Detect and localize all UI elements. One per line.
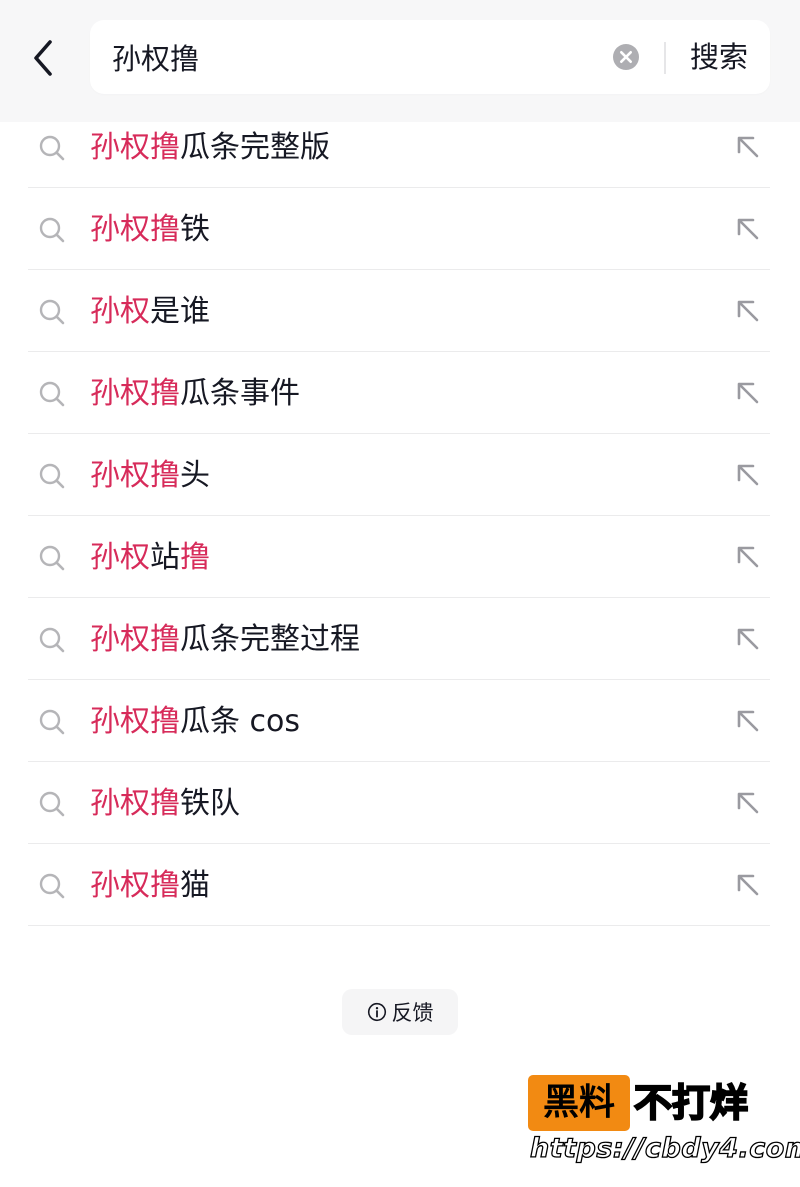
clear-circle-icon [613, 44, 639, 70]
watermark-slogan: 不打烊 [633, 1080, 749, 1126]
feedback-label: 反馈 [391, 1001, 434, 1025]
suggestion-text: 孙权站撸 [90, 516, 210, 598]
suggestion-highlight: 孙权撸 [90, 704, 180, 739]
suggestion-rest: 瓜条事件 [180, 376, 300, 411]
search-divider [664, 42, 666, 74]
suggestion-item[interactable]: 孙权撸瓜条完整版 [28, 106, 770, 188]
suggestion-highlight: 孙权撸 [90, 868, 180, 903]
search-icon [38, 872, 66, 900]
search-icon [38, 626, 66, 654]
arrow-up-left-icon[interactable] [734, 461, 762, 489]
suggestion-item[interactable]: 孙权撸瓜条事件 [28, 352, 770, 434]
suggestion-highlight: 孙权撸 [90, 786, 180, 821]
search-input[interactable] [112, 20, 592, 94]
search-icon [38, 380, 66, 408]
watermark-url: https://cbdy4.com [529, 1132, 800, 1164]
watermark-brand: 黑料 [528, 1075, 630, 1131]
suggestion-rest: 猫 [180, 868, 210, 903]
suggestion-item[interactable]: 孙权站撸 [28, 516, 770, 598]
suggestion-text: 孙权撸瓜条完整过程 [90, 598, 360, 680]
suggestion-rest: 铁 [180, 212, 210, 247]
suggestion-highlight: 孙权撸 [90, 212, 180, 247]
search-icon [38, 298, 66, 326]
search-header: 搜索 [0, 0, 800, 122]
info-icon [367, 1002, 386, 1022]
feedback-button[interactable]: 反馈 [342, 989, 458, 1035]
arrow-up-left-icon[interactable] [734, 789, 762, 817]
chevron-left-icon [34, 40, 52, 76]
suggestion-item[interactable]: 孙权撸铁 [28, 188, 770, 270]
suggestion-text: 孙权撸瓜条 cos [90, 680, 300, 762]
suggestion-highlight: 孙权 [90, 294, 150, 329]
suggestion-text: 孙权撸头 [90, 434, 210, 516]
arrow-up-left-icon[interactable] [734, 871, 762, 899]
suggestion-rest: 是谁 [150, 294, 210, 329]
suggestion-highlight: 孙权撸 [90, 376, 180, 411]
arrow-up-left-icon[interactable] [734, 707, 762, 735]
suggestion-highlight: 孙权撸 [90, 458, 180, 493]
suggestion-rest: 瓜条 cos [180, 704, 301, 739]
suggestion-highlight: 孙权 [90, 540, 150, 575]
search-button[interactable]: 搜索 [684, 20, 754, 94]
suggestion-rest: 头 [180, 458, 210, 493]
arrow-up-left-icon[interactable] [734, 543, 762, 571]
arrow-up-left-icon[interactable] [734, 379, 762, 407]
arrow-up-left-icon[interactable] [734, 133, 762, 161]
suggestion-highlight: 孙权撸 [90, 622, 180, 657]
clear-search-button[interactable] [612, 43, 640, 71]
search-icon [38, 544, 66, 572]
search-icon [38, 216, 66, 244]
suggestion-highlight: 撸 [180, 540, 210, 575]
search-icon [38, 462, 66, 490]
suggestion-rest: 站 [150, 540, 180, 575]
search-icon [38, 134, 66, 162]
search-icon [38, 790, 66, 818]
suggestion-item[interactable]: 孙权撸头 [28, 434, 770, 516]
suggestion-item[interactable]: 孙权撸瓜条 cos [28, 680, 770, 762]
arrow-up-left-icon[interactable] [734, 215, 762, 243]
arrow-up-left-icon[interactable] [734, 625, 762, 653]
suggestion-item[interactable]: 孙权撸瓜条完整过程 [28, 598, 770, 680]
suggestion-text: 孙权撸铁 [90, 188, 210, 270]
suggestion-text: 孙权撸瓜条事件 [90, 352, 300, 434]
suggestion-rest: 铁队 [180, 786, 240, 821]
search-icon [38, 708, 66, 736]
suggestion-text: 孙权撸猫 [90, 844, 210, 926]
suggestion-rest: 瓜条完整过程 [180, 622, 360, 657]
suggestion-rest: 瓜条完整版 [180, 130, 330, 165]
watermark: 黑料 不打烊 https://cbdy4.com [528, 1075, 800, 1175]
suggestion-highlight: 孙权撸 [90, 130, 180, 165]
suggestion-item[interactable]: 孙权撸铁队 [28, 762, 770, 844]
search-box: 搜索 [90, 20, 770, 94]
suggestion-text: 孙权是谁 [90, 270, 210, 352]
suggestion-text: 孙权撸铁队 [90, 762, 240, 844]
arrow-up-left-icon[interactable] [734, 297, 762, 325]
suggestion-item[interactable]: 孙权撸猫 [28, 844, 770, 926]
suggestion-text: 孙权撸瓜条完整版 [90, 106, 330, 188]
suggestion-item[interactable]: 孙权是谁 [28, 270, 770, 352]
suggestion-list: 孙权撸瓜条完整版 孙权撸铁 孙权是谁 孙权撸瓜条事件 孙权撸头 孙权站撸 孙权撸瓜条完整过程… [28, 106, 770, 926]
back-button[interactable] [18, 34, 66, 82]
